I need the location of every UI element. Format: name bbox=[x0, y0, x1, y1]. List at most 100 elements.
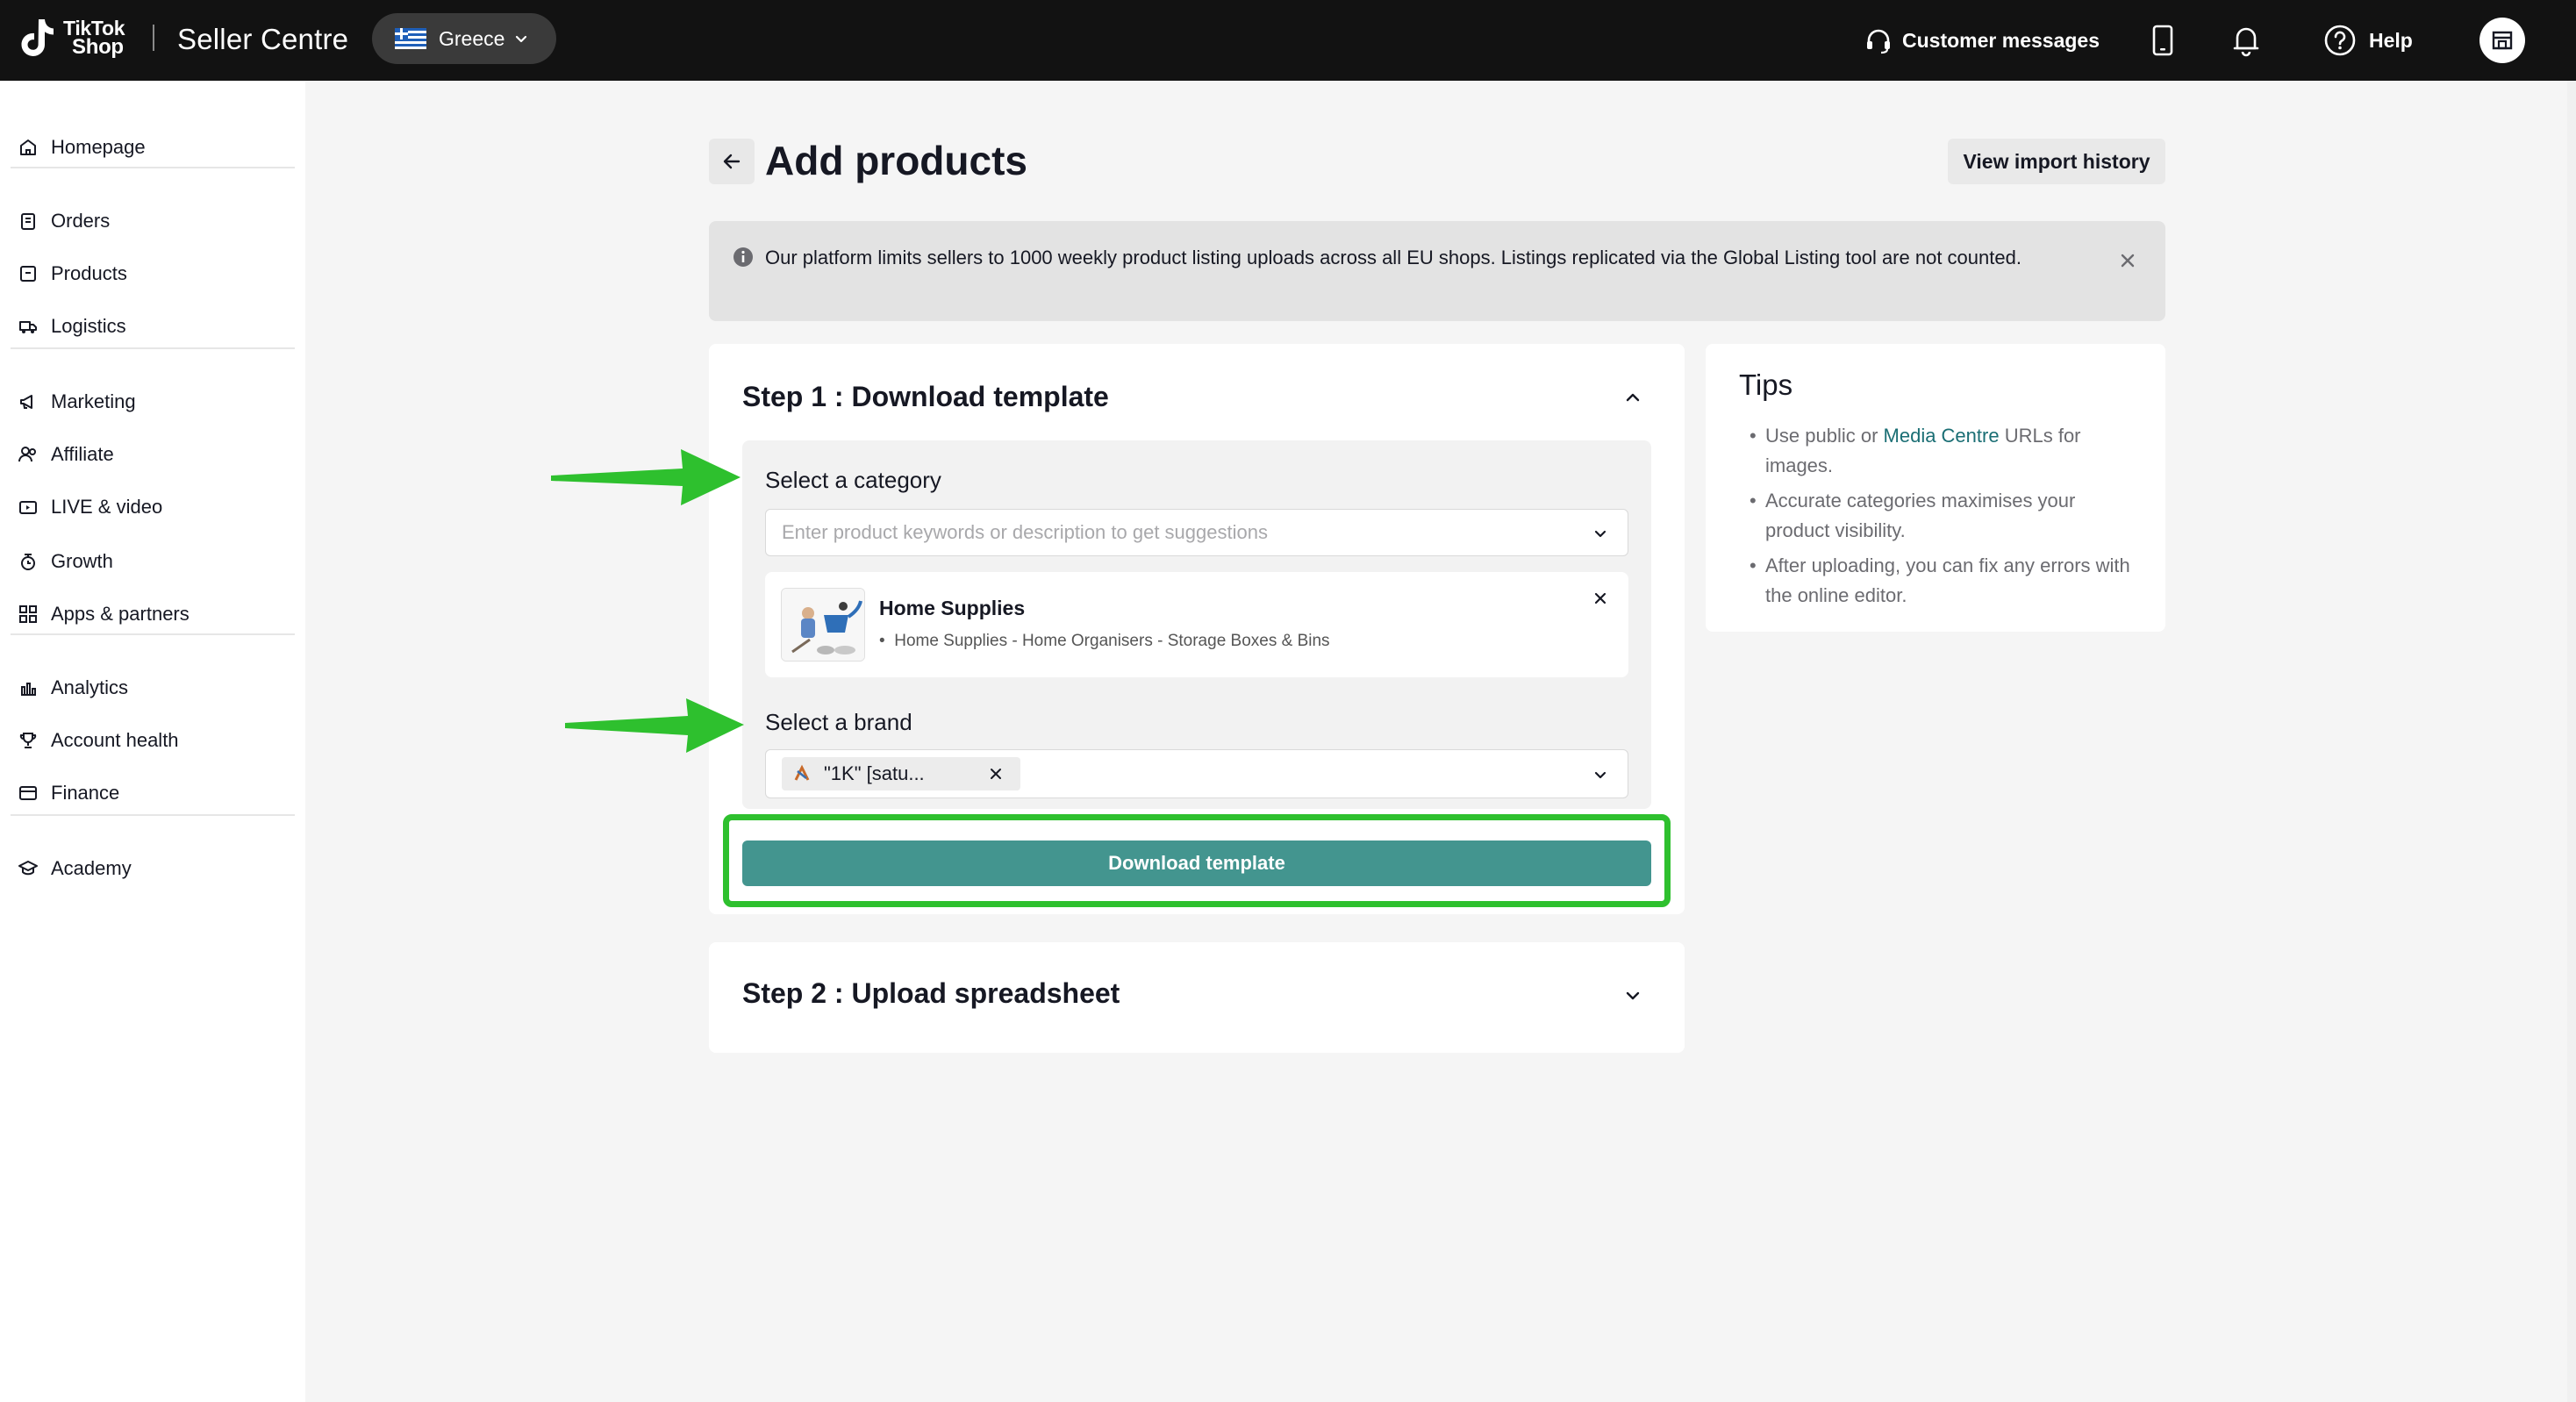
category-path-text: Home Supplies - Home Organisers - Storag… bbox=[894, 632, 1330, 650]
chevron-up-icon[interactable] bbox=[1621, 386, 1644, 409]
sidebar-item-label: Analytics bbox=[51, 676, 129, 698]
page-scrollbar[interactable] bbox=[2567, 81, 2576, 1402]
category-search-input[interactable]: Enter product keywords or description to… bbox=[765, 509, 1628, 556]
sidebar-item-label: Apps & partners bbox=[51, 603, 190, 625]
products-icon bbox=[20, 266, 36, 282]
category-placeholder: Enter product keywords or description to… bbox=[782, 521, 1268, 543]
sidebar-divider bbox=[11, 814, 295, 816]
analytics-icon bbox=[21, 683, 36, 696]
arrow-left-icon bbox=[723, 154, 741, 169]
affiliate-icon bbox=[18, 447, 36, 462]
sidebar-item-homepage[interactable]: Homepage bbox=[18, 130, 146, 165]
sidebar-item-label: Account health bbox=[51, 729, 179, 751]
brand-pointer-arrow-icon bbox=[565, 698, 744, 753]
sidebar-item-label: Orders bbox=[51, 210, 111, 232]
region-selector[interactable]: Greece bbox=[372, 13, 556, 64]
truck-icon bbox=[19, 321, 37, 333]
info-icon bbox=[733, 247, 753, 267]
chevron-down-icon bbox=[516, 35, 527, 43]
video-icon bbox=[19, 501, 37, 514]
customer-messages-label: Customer messages bbox=[1902, 28, 2100, 52]
notifications-button[interactable] bbox=[2230, 0, 2262, 81]
step2-title: Step 2 : Upload spreadsheet bbox=[742, 977, 1120, 1009]
selected-brand-tag: "1K" [satu... bbox=[782, 757, 1020, 790]
region-label: Greece bbox=[439, 26, 505, 50]
remove-brand-icon[interactable] bbox=[987, 765, 1005, 783]
sidebar-item-analytics[interactable]: Analytics bbox=[18, 670, 128, 705]
tip1-prefix: Use public or bbox=[1765, 425, 1884, 447]
store-icon bbox=[2492, 31, 2513, 50]
brand-tag-label: "1K" [satu... bbox=[824, 762, 925, 784]
academy-icon bbox=[18, 861, 38, 876]
chevron-down-icon bbox=[1594, 771, 1606, 779]
upload-limit-banner: Our platform limits sellers to 1000 week… bbox=[709, 221, 2165, 321]
apps-icon bbox=[19, 605, 37, 623]
tips-card: Tips Use public or Media Centre URLs for… bbox=[1706, 344, 2165, 632]
template-options-panel: Select a category Enter product keywords… bbox=[742, 440, 1651, 809]
media-centre-link[interactable]: Media Centre bbox=[1884, 425, 2000, 447]
sidebar-item-label: Products bbox=[51, 262, 127, 284]
sidebar-item-orders[interactable]: Orders bbox=[18, 204, 110, 239]
phone-icon bbox=[2152, 25, 2173, 56]
sidebar-item-label: LIVE & video bbox=[51, 496, 163, 518]
chevron-down-icon bbox=[1594, 530, 1606, 538]
sidebar-item-label: Logistics bbox=[51, 315, 126, 337]
mobile-app-button[interactable] bbox=[2150, 0, 2176, 81]
tips-title: Tips bbox=[1739, 368, 1793, 401]
banner-text: Our platform limits sellers to 1000 week… bbox=[765, 247, 2021, 268]
tip-item: Accurate categories maximises your produ… bbox=[1739, 486, 2143, 546]
sidebar-item-label: Homepage bbox=[51, 136, 146, 158]
tip-item: After uploading, you can fix any errors … bbox=[1739, 551, 2143, 611]
sidebar-item-label: Marketing bbox=[51, 390, 136, 412]
sidebar-item-label: Affiliate bbox=[51, 443, 114, 465]
sidebar-item-finance[interactable]: Finance bbox=[18, 776, 119, 811]
brand-text: TikTok Shop bbox=[63, 18, 125, 59]
sidebar-item-products[interactable]: Products bbox=[18, 256, 127, 291]
sidebar: Homepage Orders Products Logistics Marke… bbox=[0, 81, 305, 1402]
step1-title: Step 1 : Download template bbox=[742, 381, 1109, 412]
sidebar-item-label: Academy bbox=[51, 857, 132, 879]
sidebar-item-marketing[interactable]: Marketing bbox=[18, 384, 136, 419]
sidebar-item-apps-partners[interactable]: Apps & partners bbox=[18, 597, 190, 632]
megaphone-icon bbox=[20, 395, 32, 409]
remove-category-icon[interactable] bbox=[1590, 588, 1611, 609]
sidebar-divider bbox=[11, 633, 295, 635]
tips-list: Use public or Media Centre URLs for imag… bbox=[1739, 421, 2143, 616]
download-template-button[interactable]: Download template bbox=[742, 840, 1651, 886]
headset-icon bbox=[1867, 29, 1890, 54]
sidebar-item-account-health[interactable]: Account health bbox=[18, 723, 179, 758]
page-title: Add products bbox=[765, 138, 1027, 183]
tiktok-shop-logo[interactable]: TikTok Shop bbox=[18, 16, 125, 60]
tip-item: Use public or Media Centre URLs for imag… bbox=[1739, 421, 2143, 481]
sidebar-item-label: Growth bbox=[51, 550, 113, 572]
shop-avatar[interactable] bbox=[2479, 18, 2525, 63]
sidebar-item-label: Finance bbox=[51, 782, 120, 804]
back-button[interactable] bbox=[709, 139, 755, 184]
greece-flag-icon bbox=[395, 28, 426, 49]
top-bar: TikTok Shop Seller Centre Greece Custome… bbox=[0, 0, 2576, 81]
close-icon[interactable] bbox=[2116, 249, 2139, 272]
sidebar-item-live-video[interactable]: LIVE & video bbox=[18, 490, 162, 525]
category-label: Select a category bbox=[765, 467, 941, 493]
help-button[interactable]: Help bbox=[2323, 0, 2413, 81]
orders-icon bbox=[21, 213, 35, 230]
step2-card[interactable]: Step 2 : Upload spreadsheet bbox=[709, 942, 1685, 1053]
help-label: Help bbox=[2369, 28, 2413, 52]
trophy-icon bbox=[19, 733, 37, 748]
sidebar-item-affiliate[interactable]: Affiliate bbox=[18, 437, 114, 472]
finance-icon bbox=[19, 786, 37, 800]
sidebar-item-logistics[interactable]: Logistics bbox=[18, 309, 126, 344]
brand-line-2: Shop bbox=[72, 35, 124, 59]
view-import-history-button[interactable]: View import history bbox=[1948, 139, 2165, 184]
customer-messages-button[interactable]: Customer messages bbox=[1864, 0, 2100, 81]
sidebar-item-growth[interactable]: Growth bbox=[18, 544, 113, 579]
app-title: Seller Centre bbox=[177, 23, 349, 55]
brand-select[interactable]: "1K" [satu... bbox=[765, 749, 1628, 798]
category-thumbnail bbox=[781, 588, 865, 662]
bell-icon bbox=[2233, 27, 2259, 57]
sidebar-divider bbox=[11, 167, 295, 168]
chevron-down-icon[interactable] bbox=[1621, 984, 1644, 1007]
category-pointer-arrow-icon bbox=[551, 449, 741, 505]
selected-category-name: Home Supplies bbox=[879, 597, 1026, 619]
sidebar-item-academy[interactable]: Academy bbox=[18, 851, 132, 886]
